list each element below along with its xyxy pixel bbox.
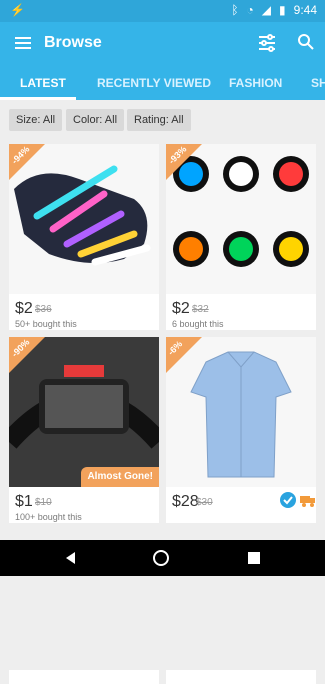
rating-filter[interactable]: Rating: All (127, 109, 191, 131)
phone-holder-image: -90% Almost Gone! (9, 337, 159, 487)
tab-latest[interactable]: LATEST (20, 76, 66, 90)
flash-icon: ⚡ (10, 3, 25, 17)
signal-icon: ◢ (261, 3, 272, 17)
tab-shopping-partial[interactable]: SH (311, 76, 325, 90)
wifi-icon: ◔ (246, 3, 254, 17)
home-icon[interactable] (152, 549, 170, 567)
product-card-shoelaces[interactable]: -94% $2 $36 50+ bought this (9, 144, 159, 330)
search-icon[interactable] (297, 33, 315, 53)
product-card-phone-holder[interactable]: -90% Almost Gone! $1 $10 100+ bought thi… (9, 337, 159, 523)
tab-fashion[interactable]: FASHION (229, 76, 282, 90)
product-card-watches[interactable]: -93% $2 $32 6 bought this (166, 144, 316, 330)
status-icons: ᛒ ◔ ◢ ▮ 9:44 (231, 3, 317, 17)
original-price: $32 (192, 304, 209, 315)
purchase-count: 100+ bought this (15, 512, 82, 522)
shirt-illustration (190, 351, 292, 478)
phone-holder-illustration (9, 337, 159, 487)
recent-apps-icon[interactable] (245, 549, 263, 567)
almost-gone-label: Almost Gone! (81, 467, 159, 487)
battery-icon: ▮ (279, 3, 286, 17)
app-bar: Browse (0, 22, 325, 66)
status-bar: ⚡ ᛒ ◔ ◢ ▮ 9:44 (0, 0, 325, 22)
watches-image: -93% (166, 144, 316, 294)
original-price: $36 (35, 304, 52, 315)
product-card-shirt[interactable]: -6% $28 $30 (166, 337, 316, 523)
page-title: Browse (44, 34, 102, 51)
product-price: $2 (172, 300, 190, 317)
product-price: $1 (15, 493, 33, 510)
original-price: $30 (196, 497, 213, 508)
original-price: $10 (35, 497, 52, 508)
product-price: $28 (172, 493, 199, 510)
purchase-count: 50+ bought this (15, 319, 77, 329)
shipping-truck-icon (300, 496, 315, 507)
time: 9:44 (293, 3, 317, 17)
filter-icon[interactable] (258, 33, 276, 53)
purchase-count: 6 bought this (172, 319, 224, 329)
android-navigation-bar (0, 540, 325, 576)
watches-illustration (173, 156, 309, 267)
shoelaces-image: -94% (9, 144, 159, 294)
tab-recently-viewed[interactable]: RECENTLY VIEWED (97, 76, 211, 90)
verified-icon (280, 492, 296, 508)
product-price: $2 (15, 300, 33, 317)
next-product-row-left (9, 670, 159, 684)
shoe-illustration (14, 165, 151, 266)
bluetooth-icon: ᛒ (231, 3, 239, 17)
menu-icon[interactable] (14, 34, 32, 52)
next-product-row-right (166, 670, 316, 684)
color-filter[interactable]: Color: All (66, 109, 125, 131)
active-tab-indicator (0, 97, 76, 100)
category-tabs: LATEST RECENTLY VIEWED FASHION SH (0, 66, 325, 100)
filter-bar: Size: All Color: All Rating: All (0, 106, 325, 134)
size-filter[interactable]: Size: All (9, 109, 63, 131)
back-icon[interactable] (62, 549, 80, 567)
shirt-image: -6% (166, 337, 316, 487)
